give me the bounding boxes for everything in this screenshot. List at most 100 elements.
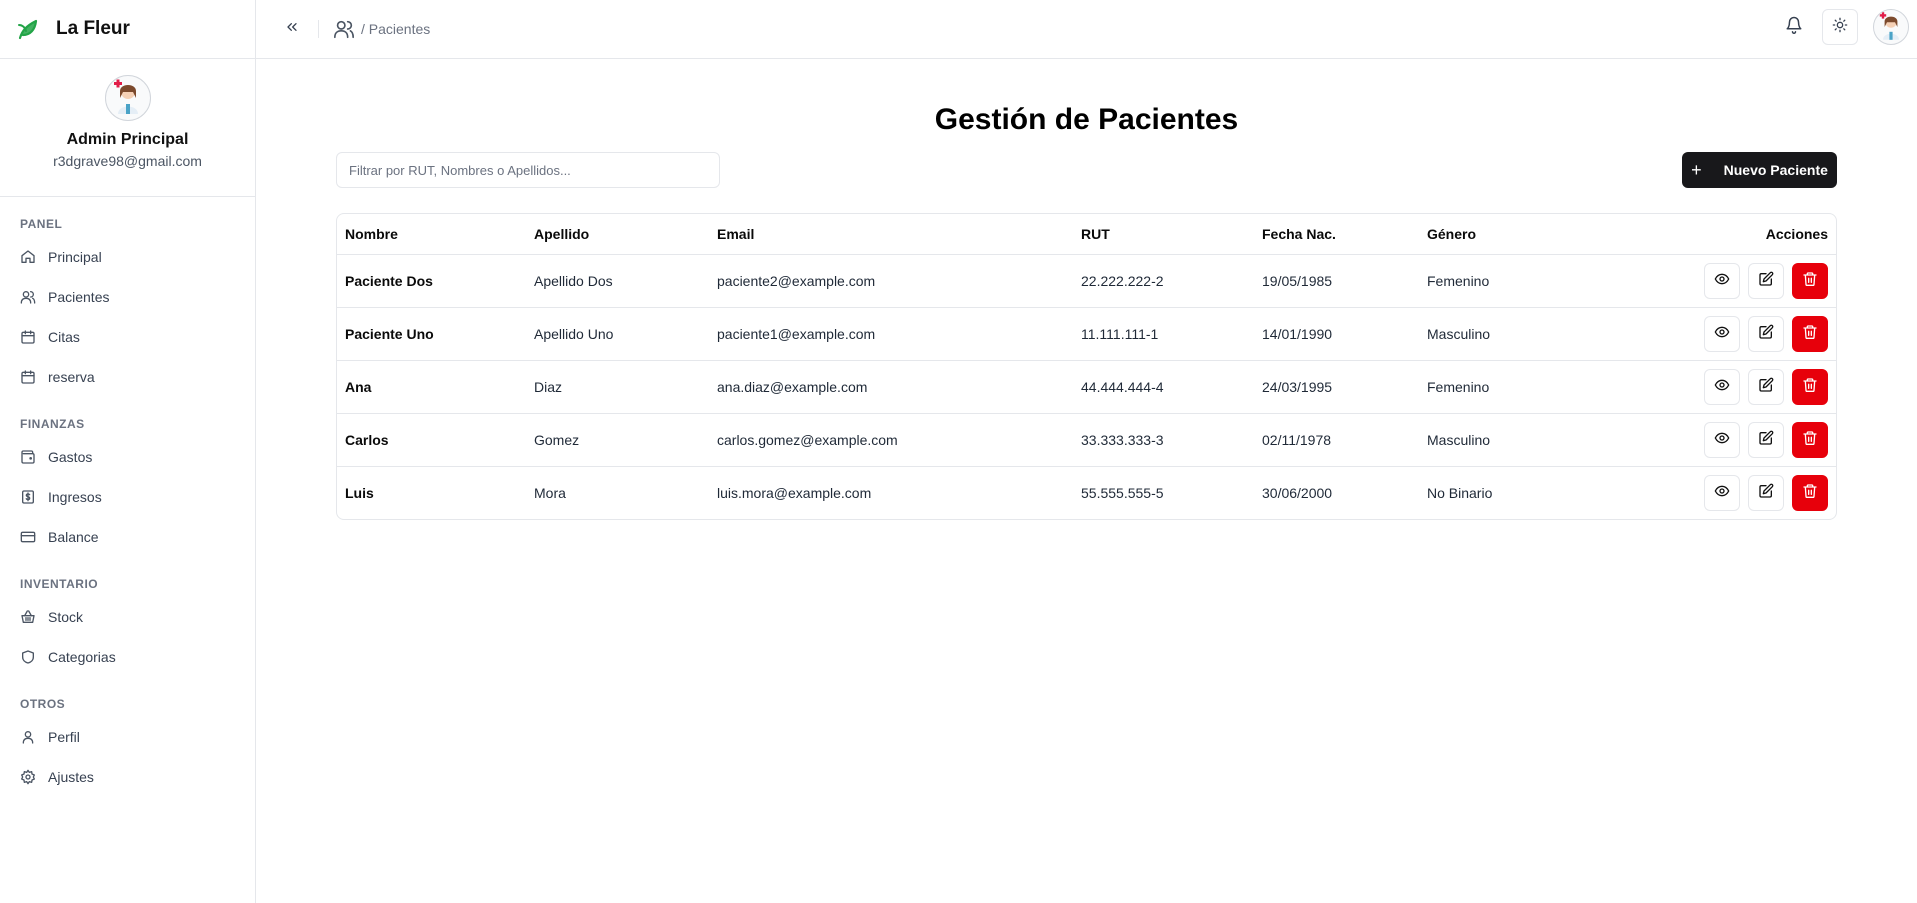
view-button[interactable]	[1704, 315, 1740, 352]
cell-apellido: Apellido Uno	[526, 307, 709, 361]
delete-button[interactable]	[1792, 315, 1828, 352]
delete-button[interactable]	[1792, 421, 1828, 458]
trash-icon	[1802, 430, 1818, 449]
brand[interactable]: La Fleur	[0, 0, 255, 59]
column-header-genero[interactable]: Género	[1419, 214, 1599, 255]
page-title: Gestión de Pacientes	[934, 103, 1239, 136]
sidebar-item-label: Perfil	[48, 729, 80, 745]
delete-button[interactable]	[1792, 368, 1828, 405]
sidebar-item-principal[interactable]: Principal	[0, 237, 255, 277]
sidebar-item-ingresos[interactable]: Ingresos	[0, 477, 255, 517]
users-icon	[20, 289, 36, 305]
wallet-icon	[20, 449, 36, 465]
edit-button[interactable]	[1748, 421, 1784, 458]
cell-actions	[1599, 466, 1836, 519]
sidebar-item-citas[interactable]: Citas	[0, 317, 255, 357]
sidebar-item-balance[interactable]: Balance	[0, 517, 255, 557]
new-patient-button[interactable]: + Nuevo Paciente	[1682, 152, 1837, 188]
edit-button[interactable]	[1748, 368, 1784, 405]
edit-button[interactable]	[1748, 315, 1784, 352]
patients-table: Nombre Apellido Email RUT Fecha Nac. Gén…	[337, 214, 1836, 519]
sidebar-item-gastos[interactable]: Gastos	[0, 437, 255, 477]
collapse-sidebar-button[interactable]	[278, 15, 306, 43]
user-avatar-button[interactable]	[1873, 9, 1909, 45]
sidebar-item-label: Gastos	[48, 449, 93, 465]
home-icon	[20, 249, 36, 265]
cell-rut: 11.111.111-1	[1073, 307, 1254, 361]
column-header-apellido[interactable]: Apellido	[526, 214, 709, 255]
theme-toggle-button[interactable]	[1822, 9, 1858, 45]
view-button[interactable]	[1704, 368, 1740, 405]
view-button[interactable]	[1704, 474, 1740, 511]
cell-rut: 55.555.555-5	[1081, 484, 1164, 501]
cell-apellido: Mora	[534, 484, 566, 501]
users-icon	[333, 18, 355, 40]
page-content: Gestión de Pacientes + Nuevo Paciente No…	[256, 102, 1917, 520]
app-root: La Fleur Admin Principal r3dgrave98@gmai…	[0, 0, 1917, 903]
view-button[interactable]	[1704, 262, 1740, 299]
cell-actions	[1599, 254, 1836, 308]
cell-email: paciente1@example.com	[709, 307, 1073, 361]
user-profile: Admin Principal r3dgrave98@gmail.com	[0, 59, 255, 197]
bell-icon	[1785, 16, 1803, 39]
new-patient-label: Nuevo Paciente	[1723, 162, 1828, 178]
cell-actions	[1599, 307, 1836, 361]
eye-icon	[1714, 483, 1730, 502]
topbar-actions	[1776, 9, 1909, 45]
breadcrumb[interactable]: / Pacientes	[361, 21, 430, 37]
cell-genero: Masculino	[1419, 307, 1599, 361]
sidebar-item-label: Balance	[48, 529, 99, 545]
edit-button[interactable]	[1748, 262, 1784, 299]
sidebar-item-stock[interactable]: Stock	[0, 597, 255, 637]
cell-rut: 33.333.333-3	[1073, 413, 1254, 467]
chevrons-left-icon	[284, 19, 300, 40]
sidebar-item-perfil[interactable]: Perfil	[0, 717, 255, 757]
basket-icon	[20, 609, 36, 625]
edit-icon	[1758, 377, 1774, 396]
column-header-fecha[interactable]: Fecha Nac.	[1254, 214, 1419, 255]
sidebar-item-label: Stock	[48, 609, 84, 625]
cell-rut: 22.222.222-2	[1073, 254, 1254, 308]
cell-email: paciente2@example.com	[709, 254, 1073, 308]
eye-icon	[1714, 377, 1730, 396]
delete-button[interactable]	[1792, 474, 1828, 511]
column-header-nombre[interactable]: Nombre	[337, 214, 526, 255]
cell-fecha: 14/01/1990	[1254, 307, 1419, 361]
sidebar-item-ajustes[interactable]: Ajustes	[0, 757, 255, 797]
cell-genero: Femenino	[1419, 254, 1599, 308]
avatar[interactable]	[104, 75, 151, 121]
patients-table-container: Nombre Apellido Email RUT Fecha Nac. Gén…	[336, 213, 1837, 520]
cell-apellido: Apellido Dos	[526, 254, 709, 308]
view-button[interactable]	[1704, 421, 1740, 458]
table-row: Carlos Gomez carlos.gomez@example.com 33…	[337, 413, 1836, 467]
gear-icon	[20, 769, 36, 785]
column-header-rut[interactable]: RUT	[1073, 214, 1254, 255]
sidebar-item-reserva[interactable]: reserva	[0, 357, 255, 397]
cell-email: carlos.gomez@example.com	[709, 413, 1073, 467]
dollar-icon	[20, 489, 36, 505]
edit-button[interactable]	[1748, 474, 1784, 511]
cell-email: ana.diaz@example.com	[709, 360, 1073, 414]
leaf-logo-icon	[16, 17, 40, 41]
trash-icon	[1802, 324, 1818, 343]
sidebar-item-label: Categorias	[48, 649, 116, 665]
sidebar-item-categorias[interactable]: Categorias	[0, 637, 255, 677]
cell-nombre: Carlos	[337, 413, 526, 467]
delete-button[interactable]	[1792, 262, 1828, 299]
nav-section-title: INVENTARIO	[20, 577, 99, 591]
table-header-row: Nombre Apellido Email RUT Fecha Nac. Gén…	[337, 214, 1836, 255]
filter-input[interactable]	[336, 152, 720, 188]
cell-fecha: 24/03/1995	[1254, 360, 1419, 414]
table-row: Paciente Dos Apellido Dos paciente2@exam…	[337, 254, 1836, 308]
eye-icon	[1714, 271, 1730, 290]
edit-icon	[1758, 271, 1774, 290]
sun-icon	[1832, 17, 1848, 38]
notifications-button[interactable]	[1776, 9, 1812, 45]
cell-nombre: Paciente Uno	[337, 307, 526, 361]
sidebar-item-label: reserva	[48, 369, 95, 385]
trash-icon	[1802, 483, 1818, 502]
sidebar-item-pacientes[interactable]: Pacientes	[0, 277, 255, 317]
table-row: Ana Diaz ana.diaz@example.com 44.444.444…	[337, 360, 1836, 414]
table-row: Luis Mora luis.mora@example.com 55.555.5…	[337, 466, 1836, 519]
column-header-email[interactable]: Email	[709, 214, 1073, 255]
